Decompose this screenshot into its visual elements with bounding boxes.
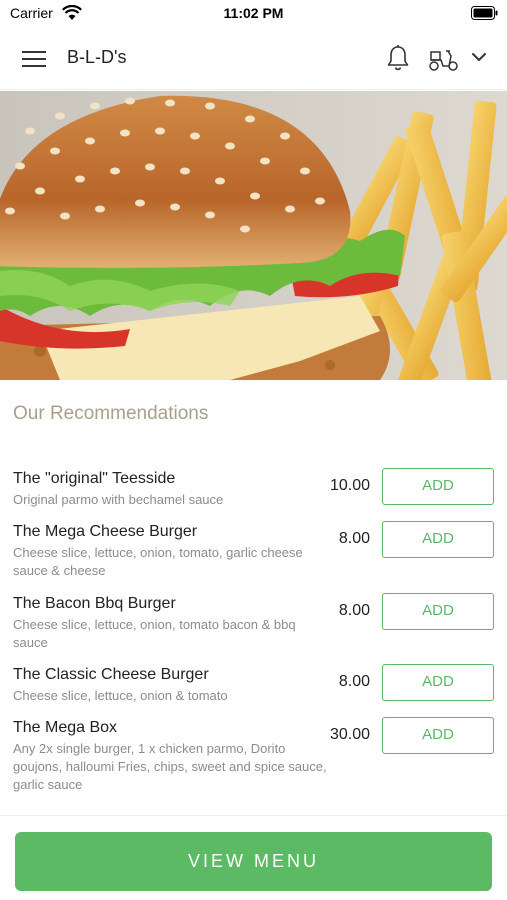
notification-bell-icon[interactable] (386, 44, 410, 72)
list-item: The "original" Teesside Original parmo w… (0, 462, 507, 515)
add-button[interactable]: ADD (382, 468, 494, 505)
view-menu-button[interactable]: VIEW MENU (15, 832, 492, 891)
section-title-recommendations: Our Recommendations (13, 403, 209, 424)
add-button[interactable]: ADD (382, 593, 494, 630)
list-item: The Classic Cheese Burger Cheese slice, … (0, 658, 507, 711)
item-price: 10.00 (329, 477, 370, 494)
recommendations-list: The "original" Teesside Original parmo w… (0, 462, 507, 801)
status-bar: Carrier 11:02 PM (0, 0, 507, 26)
item-description: Cheese slice, lettuce, onion, tomato, ga… (13, 545, 303, 578)
item-price: 30.00 (329, 726, 370, 743)
clock: 11:02 PM (223, 5, 284, 21)
item-price: 8.00 (338, 673, 370, 690)
list-item: The Mega Cheese Burger Cheese slice, let… (0, 515, 507, 587)
hero-burger-image (0, 91, 507, 380)
item-price: 8.00 (338, 530, 370, 547)
item-description: Cheese slice, lettuce, onion & tomato (13, 688, 228, 703)
delivery-scooter-icon[interactable] (427, 46, 459, 72)
item-price: 8.00 (338, 602, 370, 619)
list-item: The Mega Box Any 2x single burger, 1 x c… (0, 711, 507, 801)
add-button[interactable]: ADD (382, 664, 494, 701)
add-button[interactable]: ADD (382, 717, 494, 754)
item-name: The Bacon Bbq Burger (13, 595, 176, 612)
list-item: The Bacon Bbq Burger Cheese slice, lettu… (0, 587, 507, 658)
item-description: Original parmo with bechamel sauce (13, 492, 224, 507)
hamburger-menu-icon[interactable] (22, 49, 46, 69)
battery-icon (471, 6, 498, 20)
restaurant-title: B-L-D's (67, 47, 127, 67)
chevron-down-icon[interactable] (470, 50, 488, 64)
app-header: B-L-D's (0, 28, 507, 90)
item-name: The Mega Box (13, 719, 118, 736)
add-button[interactable]: ADD (382, 521, 494, 558)
item-description: Cheese slice, lettuce, onion, tomato bac… (13, 617, 296, 650)
item-name: The Classic Cheese Burger (13, 666, 209, 683)
item-name: The "original" Teesside (13, 470, 176, 487)
item-name: The Mega Cheese Burger (13, 523, 198, 540)
item-description: Any 2x single burger, 1 x chicken parmo,… (13, 741, 327, 792)
footer-bar: VIEW MENU (0, 815, 507, 900)
